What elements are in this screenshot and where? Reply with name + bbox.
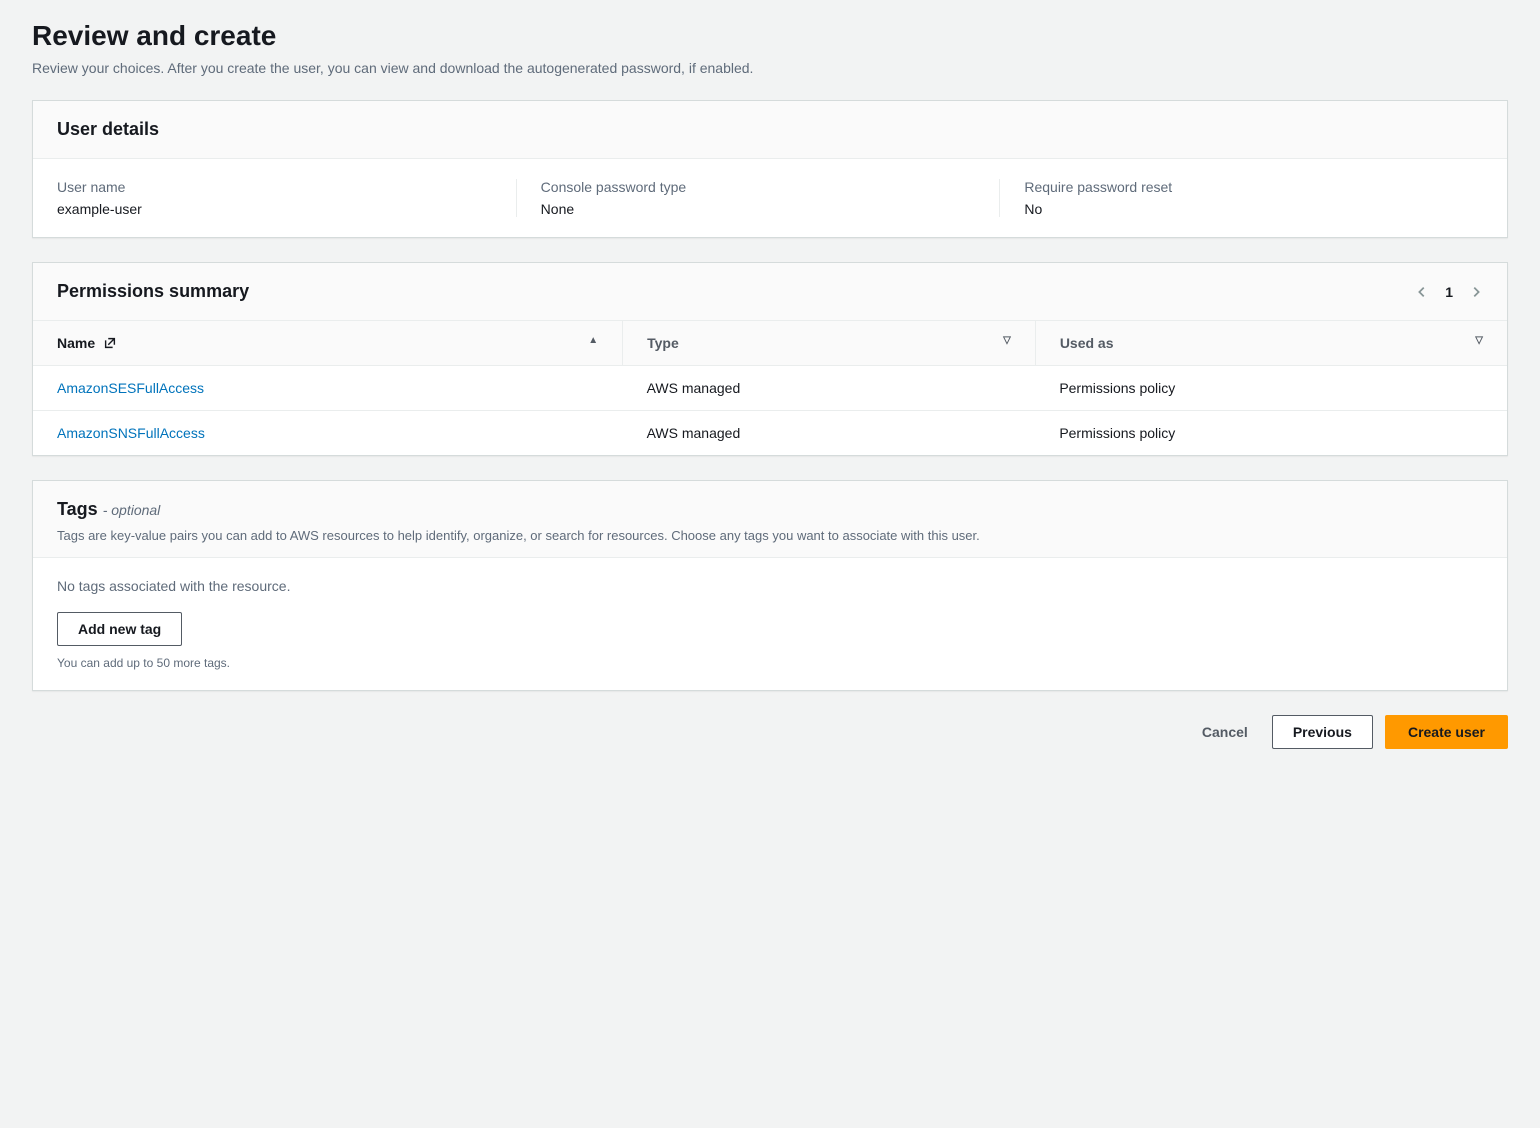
external-link-icon (103, 336, 117, 350)
tags-header: Tags - optional (57, 499, 160, 519)
col-used-as[interactable]: Used as ▽ (1035, 321, 1507, 366)
tags-optional-label: - optional (103, 502, 161, 518)
detail-value: example-user (57, 201, 496, 217)
detail-value: None (541, 201, 980, 217)
permissions-panel: Permissions summary 1 Name (32, 262, 1508, 456)
tags-panel: Tags - optional Tags are key-value pairs… (32, 480, 1508, 691)
permissions-header: Permissions summary (57, 281, 249, 302)
col-type-label: Type (647, 335, 679, 351)
page-title: Review and create (32, 20, 1508, 52)
col-name-label: Name (57, 335, 95, 351)
tags-description: Tags are key-value pairs you can add to … (57, 528, 1483, 543)
no-tags-message: No tags associated with the resource. (57, 578, 1483, 594)
permissions-table: Name ▲ Type ▽ Used as ▽ (33, 321, 1507, 455)
detail-label: Require password reset (1024, 179, 1463, 195)
table-row: AmazonSNSFullAccess AWS managed Permissi… (33, 411, 1507, 456)
policy-used-as: Permissions policy (1035, 366, 1507, 411)
user-detail-username: User name example-user (57, 179, 517, 217)
permissions-pager: 1 (1415, 284, 1483, 300)
footer-actions: Cancel Previous Create user (32, 715, 1508, 749)
col-name[interactable]: Name ▲ (33, 321, 623, 366)
pager-prev-icon[interactable] (1415, 285, 1429, 299)
table-row: AmazonSESFullAccess AWS managed Permissi… (33, 366, 1507, 411)
col-type[interactable]: Type ▽ (623, 321, 1036, 366)
page-subtitle: Review your choices. After you create th… (32, 60, 1508, 76)
sort-icon: ▽ (1003, 335, 1011, 346)
pager-next-icon[interactable] (1469, 285, 1483, 299)
detail-label: Console password type (541, 179, 980, 195)
tags-hint: You can add up to 50 more tags. (57, 656, 1483, 670)
policy-used-as: Permissions policy (1035, 411, 1507, 456)
policy-type: AWS managed (623, 411, 1036, 456)
sort-icon: ▽ (1475, 335, 1483, 346)
create-user-button[interactable]: Create user (1385, 715, 1508, 749)
user-detail-reset: Require password reset No (1024, 179, 1483, 217)
previous-button[interactable]: Previous (1272, 715, 1373, 749)
user-details-header: User details (57, 119, 159, 140)
user-detail-password-type: Console password type None (541, 179, 1001, 217)
detail-value: No (1024, 201, 1463, 217)
detail-label: User name (57, 179, 496, 195)
add-tag-button[interactable]: Add new tag (57, 612, 182, 646)
tags-header-text: Tags (57, 499, 98, 519)
policy-link[interactable]: AmazonSESFullAccess (57, 380, 204, 396)
user-details-panel: User details User name example-user Cons… (32, 100, 1508, 238)
sort-asc-icon: ▲ (588, 335, 598, 346)
pager-page-number: 1 (1445, 284, 1453, 300)
policy-type: AWS managed (623, 366, 1036, 411)
cancel-button[interactable]: Cancel (1190, 716, 1260, 748)
policy-link[interactable]: AmazonSNSFullAccess (57, 425, 205, 441)
col-used-as-label: Used as (1060, 335, 1114, 351)
